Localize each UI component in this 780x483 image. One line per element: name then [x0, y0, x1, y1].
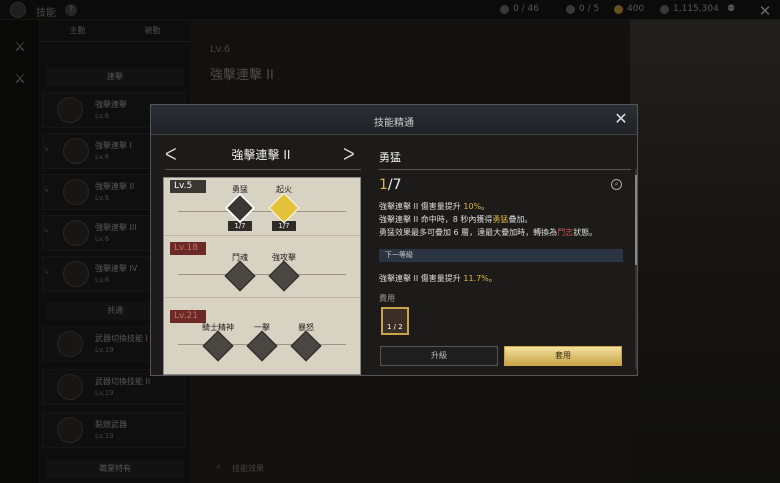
modal-title: 技能精通: [374, 118, 414, 129]
desc-text: 強擊連擊 II 傷害量提升: [379, 274, 464, 283]
desc-text: 狀態。: [573, 228, 598, 237]
next-arrow-icon[interactable]: ᐳ: [343, 145, 355, 164]
row-level: Lv.18: [170, 242, 206, 255]
row-level: Lv.5: [170, 180, 206, 193]
tree-row: Lv.5 勇猛 1/7 起火 1/7: [164, 178, 360, 236]
desc-value: 10%: [463, 202, 482, 211]
detail-level: 1/7: [379, 177, 402, 193]
brave-icon: [224, 192, 256, 224]
cost-label: 費用: [379, 294, 395, 303]
tree-row: Lv.21 騎士精神 一擊 暴怒: [164, 308, 360, 366]
rage-icon: [290, 330, 322, 362]
cost-item[interactable]: 1 / 2: [381, 307, 409, 335]
node-strong-attack[interactable]: 強攻擊: [254, 252, 314, 292]
desc-text: 強擊連擊 II 傷害量提升: [379, 202, 464, 211]
next-desc-line: 強擊連擊 II 傷害量提升 11.7%。: [379, 273, 625, 285]
skill-name: 強擊連擊 II: [231, 148, 291, 162]
strong-attack-icon: [268, 260, 300, 292]
node-rage[interactable]: 暴怒: [276, 322, 336, 362]
upgrade-button[interactable]: 升級: [380, 346, 498, 366]
desc-text: 勇猛效果最多可疊加 6 層，達最大疊加時，轉換為: [379, 228, 558, 237]
modal-header: 技能精通 ✕: [151, 105, 637, 135]
desc-line: 強擊連擊 II 傷害量提升 10%。: [379, 201, 625, 213]
desc-line: 勇猛效果最多可疊加 6 層，達最大疊加時，轉換為鬥志狀態。: [379, 227, 625, 239]
apply-button[interactable]: 套用: [504, 346, 622, 366]
desc-keyword: 勇猛: [492, 215, 509, 224]
scrollbar[interactable]: [635, 169, 637, 369]
mastery-tree: Lv.5 勇猛 1/7 起火 1/7 Lv.18 鬥魂 強攻擊 Lv.21 騎士…: [163, 177, 361, 375]
one-strike-icon: [246, 330, 278, 362]
detail-max: /7: [387, 177, 402, 193]
detail-name: 勇猛: [379, 151, 401, 164]
cost-quantity: 1 / 2: [387, 323, 403, 331]
desc-text: 。: [488, 274, 497, 283]
desc-line: 強擊連擊 II 命中時，8 秒內獲得勇猛疊加。: [379, 214, 625, 226]
desc-value: 11.7%: [463, 274, 489, 283]
divider: [379, 169, 631, 170]
desc-text: 。: [481, 202, 490, 211]
divider: [165, 169, 361, 170]
ignite-icon: [268, 192, 300, 224]
magnify-icon[interactable]: ⌕: [611, 179, 622, 190]
tree-row: Lv.18 鬥魂 強攻擊: [164, 240, 360, 298]
close-icon[interactable]: ✕: [613, 111, 629, 127]
next-level-header: 下一等級: [379, 249, 623, 262]
desc-text: 強擊連擊 II 命中時，8 秒內獲得: [379, 215, 493, 224]
fighting-spirit-icon: [224, 260, 256, 292]
chivalry-icon: [202, 330, 234, 362]
desc-keyword: 鬥志: [557, 228, 574, 237]
desc-text: 疊加。: [508, 215, 533, 224]
prev-arrow-icon[interactable]: ᐸ: [165, 145, 177, 164]
node-ignite[interactable]: 起火 1/7: [254, 184, 314, 231]
scrollbar-thumb[interactable]: [635, 175, 637, 265]
mastery-modal: 技能精通 ✕ ᐸ 強擊連擊 II ᐳ Lv.5 勇猛 1/7 起火 1/7 Lv…: [150, 104, 638, 376]
detail-current: 1: [379, 177, 388, 193]
